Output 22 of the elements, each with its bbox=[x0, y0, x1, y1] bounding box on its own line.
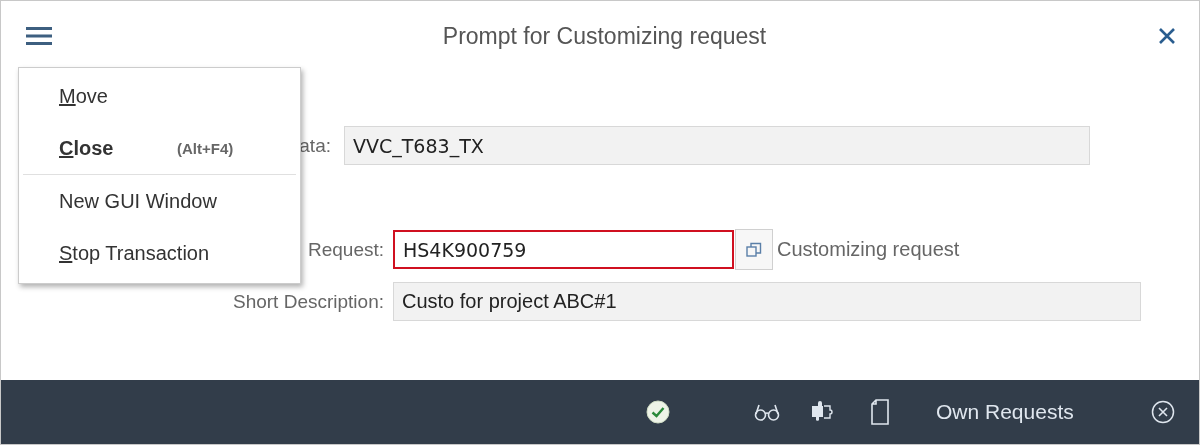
window-title: Prompt for Customizing request bbox=[441, 22, 768, 50]
input-field[interactable]: VVC_T683_TX bbox=[344, 126, 1090, 165]
menu-item[interactable]: New GUI Window bbox=[19, 175, 300, 227]
menu-item[interactable]: Close (Alt+F4) bbox=[19, 122, 300, 174]
field-label: ata: bbox=[299, 134, 331, 156]
input-field[interactable]: HS4K900759 bbox=[393, 230, 734, 269]
input-field[interactable]: Custo for project ABC#1 bbox=[393, 282, 1141, 321]
windows-icon bbox=[745, 240, 763, 259]
cancel-icon[interactable] bbox=[1151, 400, 1175, 424]
value-help-button[interactable] bbox=[735, 229, 773, 270]
own-requests-button[interactable]: Own Requests bbox=[928, 396, 1082, 428]
field-label: Short Description: bbox=[233, 290, 384, 312]
close-icon[interactable] bbox=[1157, 26, 1177, 46]
document-icon[interactable] bbox=[870, 399, 890, 425]
menu-icon[interactable] bbox=[26, 26, 52, 46]
menu-item[interactable]: Move bbox=[19, 70, 300, 122]
puzzle-icon[interactable] bbox=[810, 400, 834, 424]
field-label: Request: bbox=[307, 238, 384, 260]
check-icon[interactable] bbox=[646, 400, 670, 424]
glasses-icon[interactable] bbox=[754, 402, 780, 422]
field-description: Customizing request bbox=[777, 238, 960, 261]
menu-item[interactable]: Stop Transaction bbox=[19, 227, 300, 279]
